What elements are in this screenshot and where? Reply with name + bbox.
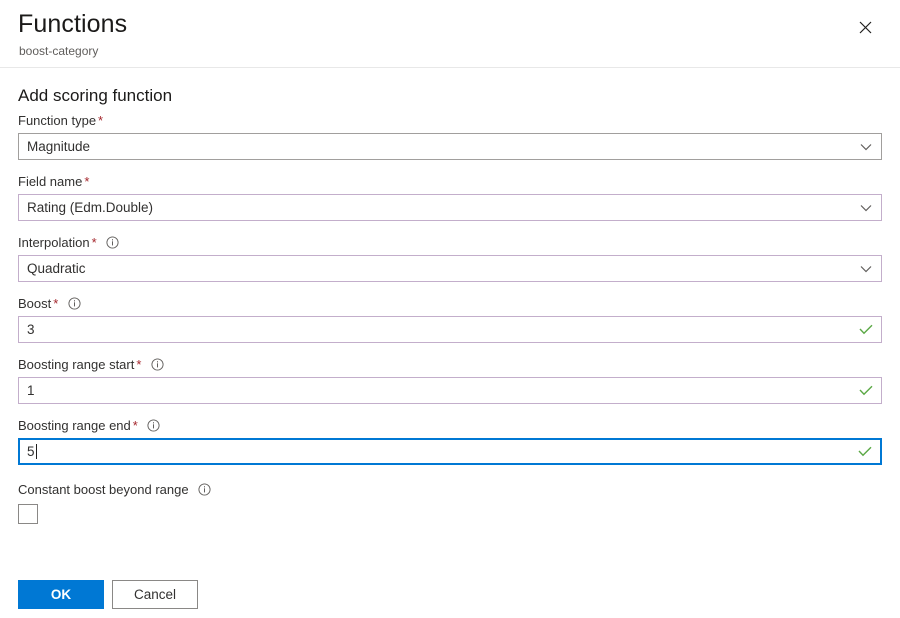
field-constant-boost-beyond-range: Constant boost beyond range — [18, 481, 882, 524]
textbox-boosting-range-start-value: 1 — [27, 382, 35, 398]
label-text: Function type — [18, 113, 97, 128]
field-function-type: Function type * Magnitude — [18, 112, 882, 160]
label-field-name: Field name * — [18, 173, 882, 191]
info-icon[interactable] — [147, 419, 161, 432]
textbox-boosting-range-end[interactable]: 5 — [18, 438, 882, 465]
field-boosting-range-end: Boosting range end * 5 — [18, 417, 882, 465]
field-boost: Boost * 3 — [18, 295, 882, 343]
required-asterisk: * — [53, 296, 59, 311]
ok-button[interactable]: OK — [18, 580, 104, 609]
blade-header: Functions boost-category — [0, 0, 900, 68]
label-boosting-range-end: Boosting range end * — [18, 417, 882, 435]
field-field-name: Field name * Rating (Edm.Double) — [18, 173, 882, 221]
textbox-boosting-range-start[interactable]: 1 — [18, 377, 882, 404]
cancel-button[interactable]: Cancel — [112, 580, 198, 609]
field-interpolation: Interpolation * Quadratic — [18, 234, 882, 282]
close-icon — [859, 21, 872, 34]
label-function-type: Function type * — [18, 112, 882, 130]
text-caret — [35, 443, 37, 459]
label-text: Boosting range end — [18, 418, 131, 433]
info-icon[interactable] — [198, 483, 211, 496]
required-asterisk: * — [132, 418, 138, 433]
textbox-boosting-range-end-text: 5 — [27, 443, 35, 459]
page-subtitle: boost-category — [19, 44, 99, 58]
label-interpolation: Interpolation * — [18, 234, 882, 252]
label-text: Boost — [18, 296, 52, 311]
page-title: Functions — [18, 10, 128, 38]
label-text: Constant boost beyond range — [18, 482, 189, 497]
field-boosting-range-start: Boosting range start * 1 — [18, 356, 882, 404]
label-boost: Boost * — [18, 295, 882, 313]
label-text: Field name — [18, 174, 83, 189]
required-asterisk: * — [84, 174, 90, 189]
dropdown-function-type-value: Magnitude — [27, 138, 91, 154]
dialog-actions: OK Cancel — [18, 580, 198, 609]
label-constant-boost-beyond-range: Constant boost beyond range — [18, 481, 882, 499]
scoring-function-form: Function type * Magnitude Field name * Rat… — [18, 112, 882, 524]
textbox-boost-value: 3 — [27, 321, 35, 337]
textbox-boost[interactable]: 3 — [18, 316, 882, 343]
close-button[interactable] — [852, 14, 878, 40]
dropdown-field-name-value: Rating (Edm.Double) — [27, 199, 154, 215]
checkbox-constant-boost-beyond-range[interactable] — [18, 504, 38, 524]
dropdown-interpolation-value: Quadratic — [27, 260, 86, 276]
info-icon[interactable] — [106, 236, 119, 249]
label-text: Interpolation — [18, 235, 90, 250]
dropdown-function-type[interactable]: Magnitude — [18, 133, 882, 160]
required-asterisk: * — [98, 113, 104, 128]
info-icon[interactable] — [68, 297, 81, 310]
section-heading: Add scoring function — [18, 86, 173, 105]
label-boosting-range-start: Boosting range start * — [18, 356, 882, 374]
required-asterisk: * — [136, 357, 142, 372]
required-asterisk: * — [91, 235, 97, 250]
dropdown-field-name[interactable]: Rating (Edm.Double) — [18, 194, 882, 221]
label-text: Boosting range start — [18, 357, 135, 372]
dropdown-interpolation[interactable]: Quadratic — [18, 255, 882, 282]
info-icon[interactable] — [151, 358, 164, 371]
textbox-boosting-range-end-value: 5 — [20, 443, 880, 461]
